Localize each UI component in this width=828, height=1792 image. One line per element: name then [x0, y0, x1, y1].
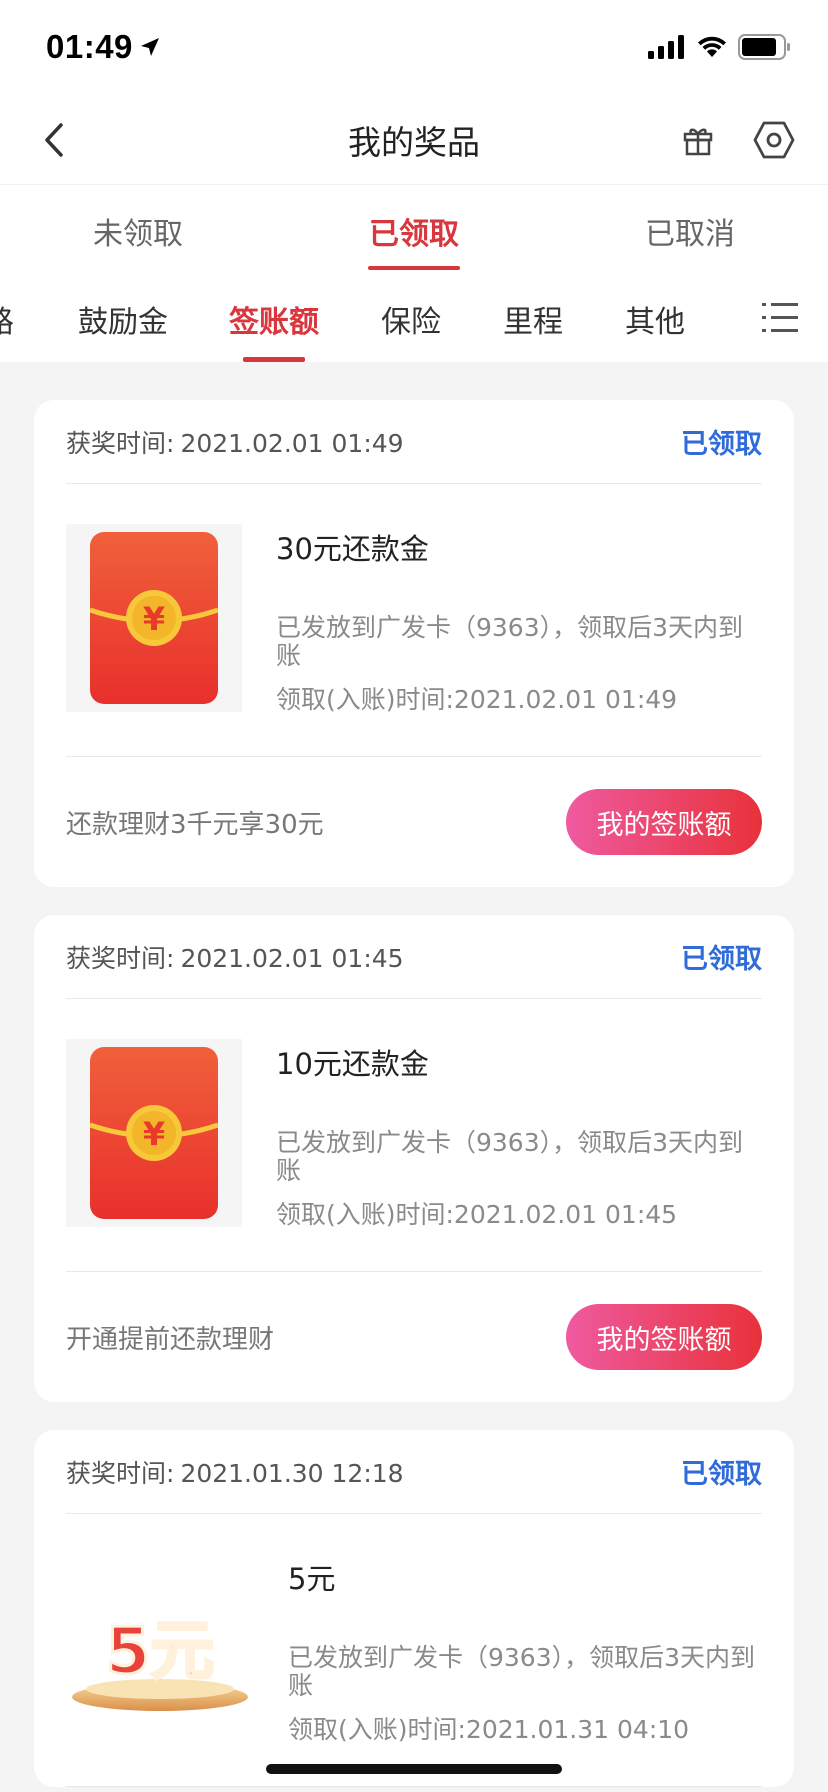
list-menu-icon [762, 303, 798, 332]
category-tab-mileage[interactable]: 里程 [503, 276, 563, 362]
award-time-value: 2021.02.01 01:45 [180, 943, 404, 973]
prize-description: 已发放到广发卡（9363），领取后3天内到账 [288, 1643, 756, 1700]
card-header: 获奖时间: 2021.02.01 01:45 已领取 [66, 915, 762, 999]
page-title: 我的奖品 [348, 123, 480, 162]
chevron-left-icon [45, 123, 63, 157]
card-header: 获奖时间: 2021.01.30 12:18 已领取 [66, 1430, 762, 1514]
card-header: 获奖时间: 2021.02.01 01:49 已领取 [66, 400, 762, 484]
award-time-label: 获奖时间: [66, 428, 175, 458]
settings-hexagon-icon [753, 121, 795, 159]
gift-button[interactable] [676, 118, 720, 162]
prize-description: 已发放到广发卡（9363），领取后3天内到账 [276, 613, 744, 670]
award-time: 获奖时间: 2021.02.01 01:45 [66, 939, 404, 975]
five-yuan-badge-icon: 5元 [72, 1614, 248, 1711]
cellular-signal-icon [648, 35, 684, 59]
prize-image: ¥ [66, 1039, 242, 1227]
prize-name: 5元 [288, 1562, 336, 1596]
status-tabs: 未领取 已领取 已取消 [0, 184, 828, 276]
top-section: 01:49 我的奖品 未领取 已领取 已取消 鼓励金 签账额 保险 里程 其他 [0, 0, 828, 362]
wifi-icon [698, 36, 726, 57]
prize-info: 30元还款金 已发放到广发卡（9363），领取后3天内到账 领取(入账)时间:2… [276, 524, 762, 716]
card-body: ¥ 10元还款金 已发放到广发卡（9363），领取后3天内到账 领取(入账)时间… [66, 999, 762, 1272]
award-time-label: 获奖时间: [66, 1458, 175, 1488]
status-badge: 已领取 [681, 429, 762, 460]
card-footer: 开通提前还款理财 我的签账额 [66, 1272, 762, 1402]
category-tab-encouragement[interactable]: 鼓励金 [78, 276, 168, 362]
award-time-value: 2021.02.01 01:49 [180, 428, 404, 458]
receive-time: 领取(入账)时间:2021.02.01 01:45 [276, 1200, 678, 1229]
tab-unclaimed[interactable]: 未领取 [0, 185, 276, 276]
red-envelope-icon: ¥ [90, 1047, 218, 1219]
status-badge: 已领取 [681, 1459, 762, 1490]
category-menu-button[interactable] [762, 301, 798, 337]
category-tab-insurance[interactable]: 保险 [381, 276, 441, 362]
navigation-bar: 我的奖品 [0, 96, 828, 184]
prize-list: 获奖时间: 2021.02.01 01:49 已领取 ¥ 30元还款金 已发放到… [0, 362, 828, 1787]
clock: 01:49 [46, 28, 161, 66]
category-tab-signing-amount[interactable]: 签账额 [229, 276, 319, 362]
prize-name: 30元还款金 [276, 532, 429, 566]
svg-text:¥: ¥ [143, 600, 165, 638]
card-body: ¥ 30元还款金 已发放到广发卡（9363），领取后3天内到账 领取(入账)时间… [66, 484, 762, 757]
promo-text: 开通提前还款理财 [66, 1324, 275, 1355]
promo-text: 还款理财3千元享30元 [66, 809, 324, 840]
card-footer: 还款理财3千元享30元 我的签账额 [66, 757, 762, 887]
award-time: 获奖时间: 2021.02.01 01:49 [66, 424, 404, 460]
status-bar: 01:49 [0, 0, 828, 96]
award-time-value: 2021.01.30 12:18 [180, 1458, 404, 1488]
badge-text: 5元 [106, 1615, 215, 1689]
tab-claimed[interactable]: 已领取 [276, 185, 552, 276]
prize-info: 10元还款金 已发放到广发卡（9363），领取后3天内到账 领取(入账)时间:2… [276, 1039, 762, 1231]
prize-card: 获奖时间: 2021.02.01 01:45 已领取 ¥ 10元还款金 已发放到… [34, 915, 794, 1402]
receive-time: 领取(入账)时间:2021.02.01 01:49 [276, 685, 678, 714]
location-arrow-icon [140, 38, 159, 56]
prize-name: 10元还款金 [276, 1047, 429, 1081]
receive-time: 领取(入账)时间:2021.01.31 04:10 [288, 1715, 690, 1744]
gift-icon [683, 128, 713, 156]
prize-info: 5元 已发放到广发卡（9363），领取后3天内到账 领取(入账)时间:2021.… [288, 1554, 762, 1746]
svg-text:¥: ¥ [143, 1115, 165, 1153]
category-tab-partial[interactable]: 路 [0, 276, 14, 362]
prize-card: 获奖时间: 2021.01.30 12:18 已领取 5元 5元 已发放到广发卡… [34, 1430, 794, 1787]
my-signing-amount-button[interactable]: 我的签账额 [566, 1304, 762, 1370]
settings-button[interactable] [750, 116, 798, 164]
category-tab-other[interactable]: 其他 [625, 276, 685, 362]
back-button[interactable] [34, 118, 74, 162]
status-badge: 已领取 [681, 944, 762, 975]
home-indicator [266, 1764, 562, 1774]
prize-description: 已发放到广发卡（9363），领取后3天内到账 [276, 1128, 744, 1185]
prize-image: ¥ [66, 524, 242, 712]
prize-card: 获奖时间: 2021.02.01 01:49 已领取 ¥ 30元还款金 已发放到… [34, 400, 794, 887]
my-signing-amount-button[interactable]: 我的签账额 [566, 789, 762, 855]
tab-cancelled[interactable]: 已取消 [552, 185, 828, 276]
category-tabs: 路 鼓励金 签账额 保险 里程 其他 [0, 276, 828, 362]
prize-image: 5元 [66, 1554, 254, 1742]
clock-time: 01:49 [46, 28, 133, 65]
battery-icon [738, 34, 790, 60]
award-time: 获奖时间: 2021.01.30 12:18 [66, 1454, 404, 1490]
card-body: 5元 5元 已发放到广发卡（9363），领取后3天内到账 领取(入账)时间:20… [66, 1514, 762, 1787]
red-envelope-icon: ¥ [90, 532, 218, 704]
award-time-label: 获奖时间: [66, 943, 175, 973]
status-indicators [648, 34, 792, 60]
